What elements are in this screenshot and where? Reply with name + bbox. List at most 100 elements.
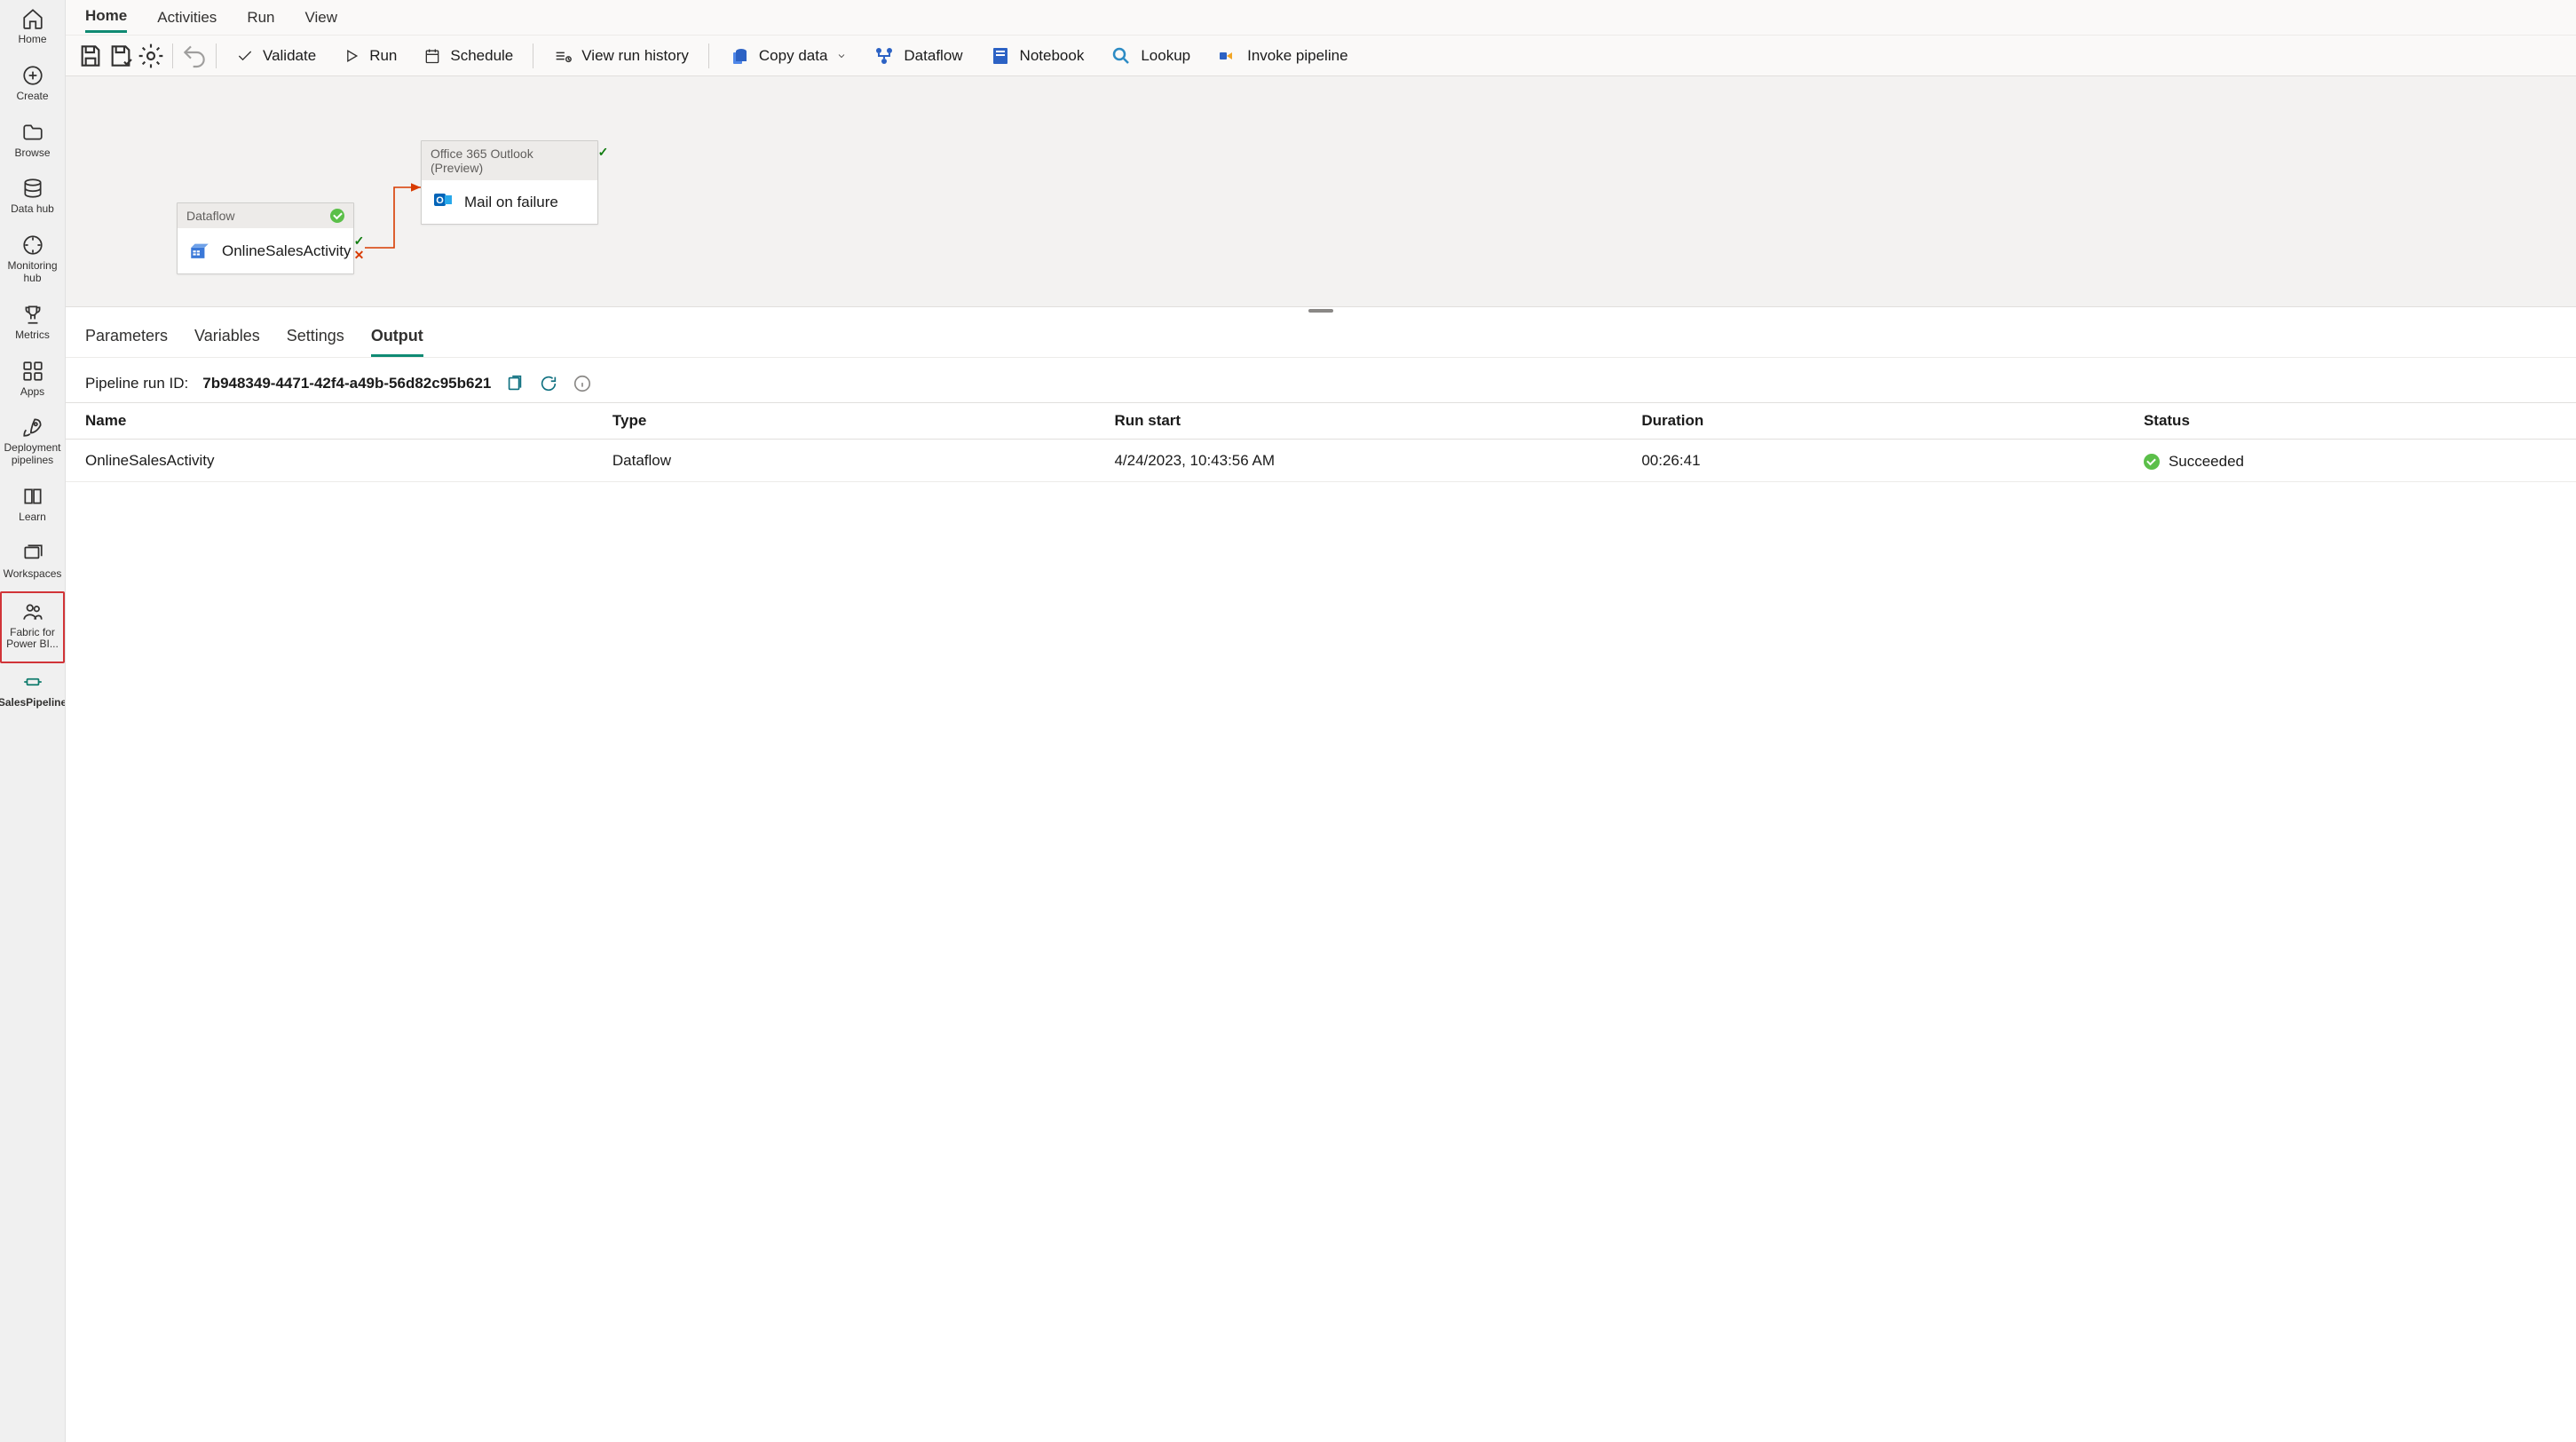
col-duration[interactable]: Duration <box>1622 403 2124 440</box>
dataflow-icon <box>873 45 895 67</box>
activity-outlook[interactable]: Office 365 Outlook (Preview) O Mail on f… <box>421 140 598 225</box>
nav-label: Deployment pipelines <box>2 442 63 467</box>
col-name[interactable]: Name <box>66 403 593 440</box>
nav-workspaces[interactable]: Workspaces <box>0 535 65 591</box>
rocket-icon <box>21 416 44 439</box>
nav-create[interactable]: Create <box>0 57 65 114</box>
cell-duration: 00:26:41 <box>1622 440 2124 482</box>
dataflow-activity-icon <box>188 237 211 265</box>
nav-label: Data hub <box>11 203 54 216</box>
tab-view[interactable]: View <box>305 4 338 32</box>
activity-dataflow[interactable]: Dataflow OnlineSalesActivity ✓ ✕ <box>177 202 354 274</box>
people-icon <box>21 600 44 623</box>
col-status[interactable]: Status <box>2124 403 2576 440</box>
nav-apps[interactable]: Apps <box>0 353 65 409</box>
tab-activities[interactable]: Activities <box>157 4 217 32</box>
notebook-icon <box>990 45 1011 67</box>
nav-monitoring[interactable]: Monitoring hub <box>0 226 65 296</box>
nav-learn[interactable]: Learn <box>0 478 65 535</box>
settings-button[interactable] <box>137 42 165 70</box>
success-port[interactable]: ✓ <box>353 235 365 247</box>
pipeline-canvas[interactable]: Dataflow OnlineSalesActivity ✓ ✕ Office … <box>66 76 2576 307</box>
nav-browse[interactable]: Browse <box>0 114 65 170</box>
lookup-button[interactable]: Lookup <box>1098 36 1203 75</box>
nav-deploy-pipelines[interactable]: Deployment pipelines <box>0 408 65 478</box>
copy-data-button[interactable]: Copy data <box>716 36 860 75</box>
activity-name: Mail on failure <box>464 194 558 211</box>
btn-label: Validate <box>263 47 316 65</box>
main-content: Home Activities Run View Validate Run Sc… <box>66 0 2576 1442</box>
success-status-icon <box>2144 454 2160 470</box>
schedule-button[interactable]: Schedule <box>411 36 525 75</box>
save-as-button[interactable] <box>107 42 135 70</box>
info-button[interactable] <box>573 374 592 393</box>
calendar-icon <box>423 47 441 65</box>
nav-label: SalesPipeline <box>0 697 66 709</box>
table-row[interactable]: OnlineSalesActivity Dataflow 4/24/2023, … <box>66 440 2576 482</box>
success-status-icon <box>330 209 344 223</box>
nav-fabric-for-powerbi[interactable]: Fabric for Power BI... <box>0 591 65 664</box>
outlook-icon: O <box>432 189 454 215</box>
nav-label: Workspaces <box>4 568 62 581</box>
notebook-button[interactable]: Notebook <box>977 36 1097 75</box>
refresh-button[interactable] <box>539 374 558 393</box>
nav-label: Home <box>18 34 46 46</box>
copydata-icon <box>729 45 750 67</box>
view-run-history-button[interactable]: View run history <box>541 36 701 75</box>
cell-type: Dataflow <box>593 440 1095 482</box>
tab-home[interactable]: Home <box>85 2 127 33</box>
dataflow-button[interactable]: Dataflow <box>861 36 975 75</box>
btn-label: Notebook <box>1020 47 1085 65</box>
ribbon-toolbar: Validate Run Schedule View run history C… <box>66 36 2576 76</box>
nav-label: Fabric for Power BI... <box>4 627 61 652</box>
btn-label: Invoke pipeline <box>1247 47 1347 65</box>
workspaces-icon <box>21 542 44 565</box>
cell-start: 4/24/2023, 10:43:56 AM <box>1094 440 1622 482</box>
run-id-value: 7b948349-4471-42f4-a49b-56d82c95b621 <box>202 375 491 392</box>
activity-name: OnlineSalesActivity <box>222 242 352 260</box>
run-id-label: Pipeline run ID: <box>85 375 188 392</box>
search-icon <box>1110 45 1132 67</box>
save-button[interactable] <box>76 42 105 70</box>
check-icon <box>236 47 254 65</box>
history-icon <box>553 46 573 66</box>
nav-label: Monitoring hub <box>2 260 63 285</box>
btn-label: Copy data <box>759 47 828 65</box>
tab-run[interactable]: Run <box>247 4 274 32</box>
col-runstart[interactable]: Run start <box>1094 403 1622 440</box>
nav-metrics[interactable]: Metrics <box>0 296 65 353</box>
nav-datahub[interactable]: Data hub <box>0 170 65 226</box>
pipeline-icon <box>21 670 44 693</box>
activity-type-label: Office 365 Outlook (Preview) <box>431 147 589 175</box>
panel-tabs: Parameters Variables Settings Output <box>66 313 2576 358</box>
btn-label: Run <box>369 47 397 65</box>
success-port[interactable]: ✓ <box>597 147 609 158</box>
run-button[interactable]: Run <box>330 36 409 75</box>
panel-tab-settings[interactable]: Settings <box>287 320 344 357</box>
cell-name: OnlineSalesActivity <box>66 440 593 482</box>
run-id-row: Pipeline run ID: 7b948349-4471-42f4-a49b… <box>66 358 2576 402</box>
add-circle-icon <box>21 64 44 87</box>
panel-tab-parameters[interactable]: Parameters <box>85 320 168 357</box>
left-nav: Home Create Browse Data hub Monitoring h… <box>0 0 66 1442</box>
monitoring-icon <box>21 234 44 257</box>
status-text: Succeeded <box>2169 453 2244 471</box>
undo-button[interactable] <box>180 42 209 70</box>
trophy-icon <box>21 303 44 326</box>
copy-runid-button[interactable] <box>505 374 525 393</box>
col-type[interactable]: Type <box>593 403 1095 440</box>
invoke-pipeline-button[interactable]: Invoke pipeline <box>1205 36 1360 75</box>
book-icon <box>21 485 44 508</box>
chevron-down-icon <box>836 51 847 61</box>
panel-tab-variables[interactable]: Variables <box>194 320 260 357</box>
failure-port[interactable]: ✕ <box>353 250 365 261</box>
output-panel: Parameters Variables Settings Output Pip… <box>66 307 2576 1442</box>
nav-salespipeline[interactable]: SalesPipeline <box>0 663 65 720</box>
nav-home[interactable]: Home <box>0 0 65 57</box>
panel-tab-output[interactable]: Output <box>371 320 423 357</box>
ribbon-tabs: Home Activities Run View <box>66 0 2576 36</box>
validate-button[interactable]: Validate <box>224 36 328 75</box>
nav-label: Metrics <box>15 329 50 342</box>
svg-text:O: O <box>436 195 444 206</box>
nav-label: Browse <box>14 147 50 160</box>
